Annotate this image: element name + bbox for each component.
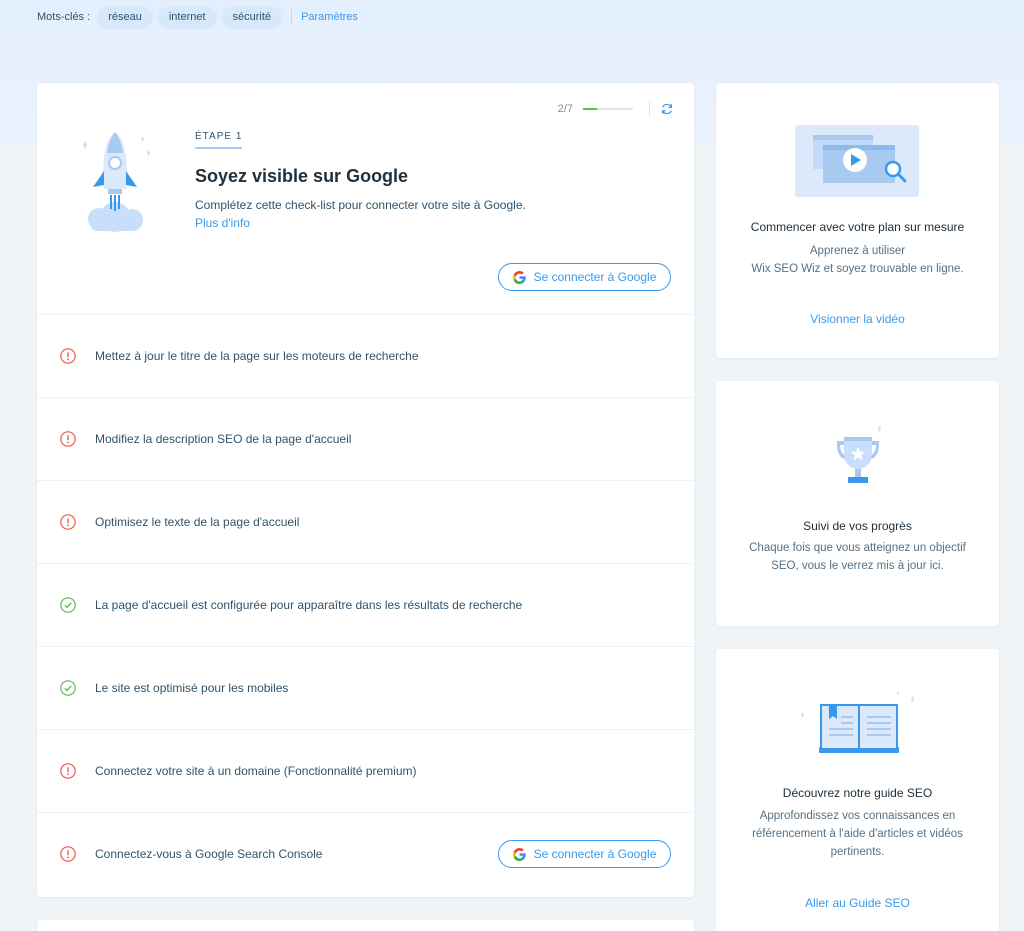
check-icon bbox=[60, 680, 76, 696]
checklist-item-page-title[interactable]: Mettez à jour le titre de la page sur le… bbox=[37, 314, 694, 397]
checklist-item-seo-description[interactable]: Modifiez la description SEO de la page d… bbox=[37, 397, 694, 480]
progress-track bbox=[583, 108, 633, 110]
watch-video-link[interactable]: Visionner la vidéo bbox=[716, 312, 999, 326]
warning-icon bbox=[60, 763, 76, 779]
checklist-item-label: Connectez votre site à un domaine (Fonct… bbox=[95, 764, 417, 778]
progress-card-text: Chaque fois que vous atteignez un object… bbox=[749, 542, 966, 572]
more-info-link[interactable]: Plus d'info bbox=[195, 216, 250, 230]
seo-guide-card: Découvrez notre guide SEO Approfondissez… bbox=[716, 649, 999, 931]
checklist-item-domain[interactable]: Connectez votre site à un domaine (Fonct… bbox=[37, 729, 694, 812]
progress-fill bbox=[583, 108, 598, 110]
checklist-item-search-results[interactable]: La page d'accueil est configurée pour ap… bbox=[37, 563, 694, 646]
connect-google-button[interactable]: Se connecter à Google bbox=[498, 263, 671, 291]
step-label: ÉTAPE 1 bbox=[195, 131, 243, 149]
book-icon bbox=[800, 691, 914, 753]
progress-indicator: 2/7 bbox=[558, 101, 674, 117]
progress-text: 2/7 bbox=[557, 103, 573, 115]
video-card-text-line: Wix SEO Wiz et soyez trouvable en ligne. bbox=[751, 263, 964, 275]
warning-icon bbox=[60, 846, 76, 862]
google-logo-icon bbox=[512, 270, 526, 284]
warning-icon bbox=[60, 348, 76, 364]
checklist-item-search-console[interactable]: Connectez-vous à Google Search Console S… bbox=[37, 812, 694, 895]
checklist-item-label: Mettez à jour le titre de la page sur le… bbox=[95, 349, 419, 363]
keyword-chip-securite[interactable]: sécurité bbox=[221, 5, 283, 29]
seo-guide-title: Découvrez notre guide SEO bbox=[782, 786, 933, 800]
connect-google-label: Se connecter à Google bbox=[533, 270, 657, 284]
refresh-icon[interactable] bbox=[660, 102, 674, 116]
progress-divider bbox=[649, 101, 650, 117]
checklist-item-label: Optimisez le texte de la page d'accueil bbox=[95, 515, 300, 529]
rocket-icon bbox=[83, 132, 150, 232]
video-player-icon bbox=[794, 125, 919, 197]
warning-icon bbox=[60, 431, 76, 447]
checklist-card: 2/7 ÉTAPE 1 Soyez visible sur Google Com… bbox=[37, 83, 694, 897]
video-card-text-line: Apprenez à utiliser bbox=[809, 245, 906, 257]
video-card-text: Apprenez à utiliser Wix SEO Wiz et soyez… bbox=[736, 242, 979, 278]
checklist-title: Soyez visible sur Google bbox=[195, 166, 409, 186]
checklist-item-label: La page d'accueil est configurée pour ap… bbox=[95, 598, 523, 612]
keyword-chip-reseau[interactable]: réseau bbox=[97, 5, 153, 29]
seo-guide-text: Approfondissez vos connaissances en réfé… bbox=[752, 810, 963, 858]
progress-card: Suivi de vos progrès Chaque fois que vou… bbox=[716, 381, 999, 626]
next-step-card bbox=[37, 920, 694, 931]
checklist-item-label: Modifiez la description SEO de la page d… bbox=[95, 432, 352, 446]
warning-icon bbox=[60, 514, 76, 530]
checklist: Mettez à jour le titre de la page sur le… bbox=[37, 314, 694, 895]
keywords-label: Mots-clés : bbox=[37, 11, 91, 23]
connect-google-label: Se connecter à Google bbox=[533, 847, 657, 861]
trophy-icon bbox=[836, 426, 881, 483]
video-card: Commencer avec votre plan sur mesure App… bbox=[716, 83, 999, 358]
keyword-chip-internet[interactable]: internet bbox=[157, 5, 217, 29]
checklist-description: Complétez cette check-list pour connecte… bbox=[195, 198, 526, 212]
keywords-settings-link[interactable]: Paramètres bbox=[301, 11, 358, 23]
checklist-item-label: Le site est optimisé pour les mobiles bbox=[95, 681, 289, 695]
connect-search-console-button[interactable]: Se connecter à Google bbox=[498, 840, 671, 868]
video-card-title: Commencer avec votre plan sur mesure bbox=[750, 220, 965, 234]
checklist-item-mobile[interactable]: Le site est optimisé pour les mobiles bbox=[37, 646, 694, 729]
checklist-item-label: Connectez-vous à Google Search Console bbox=[95, 847, 323, 861]
check-icon bbox=[60, 597, 76, 613]
checklist-item-homepage-text[interactable]: Optimisez le texte de la page d'accueil bbox=[37, 480, 694, 563]
seo-guide-link[interactable]: Aller au Guide SEO bbox=[716, 896, 999, 910]
progress-card-title: Suivi de vos progrès bbox=[803, 519, 912, 533]
google-logo-icon bbox=[512, 847, 526, 861]
keywords-bar: Mots-clés : réseau internet sécurité Par… bbox=[37, 5, 358, 29]
keywords-divider bbox=[291, 9, 293, 25]
